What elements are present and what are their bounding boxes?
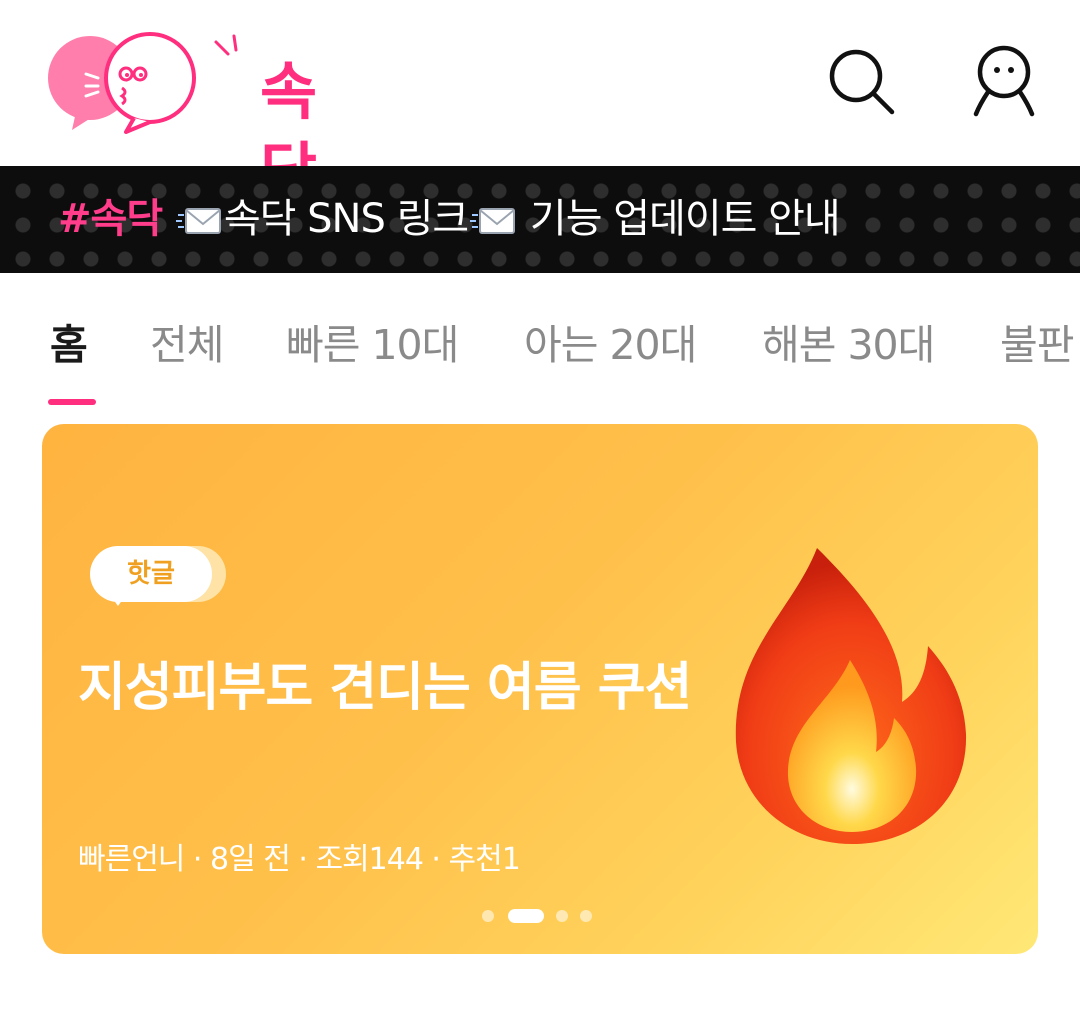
notice-text: #속닥 속닥 SNS 링크 기능 업데이트 안내 bbox=[58, 190, 841, 248]
pagination-dot[interactable] bbox=[556, 910, 568, 922]
notice-banner[interactable]: #속닥 속닥 SNS 링크 기능 업데이트 안내 bbox=[0, 166, 1080, 273]
post-meta: 빠른언니 · 8일 전 · 조회144 · 추천1 bbox=[78, 842, 521, 877]
notice-title-part2: 기능 업데이트 안내 bbox=[518, 196, 841, 242]
active-tab-indicator bbox=[48, 399, 96, 405]
tab-home[interactable]: 홈 bbox=[50, 317, 88, 373]
post-title: 지성피부도 견디는 여름 쿠션 bbox=[78, 658, 692, 718]
category-tabs: 홈 전체 빠른 10대 아는 20대 해본 30대 불판 bbox=[0, 273, 1080, 409]
tab-10s[interactable]: 빠른 10대 bbox=[286, 317, 459, 373]
search-icon bbox=[829, 49, 895, 115]
pagination-dot[interactable] bbox=[482, 910, 494, 922]
envelope-icon bbox=[470, 208, 516, 234]
badge-tail bbox=[108, 592, 128, 606]
pagination-dot-active[interactable] bbox=[508, 909, 544, 923]
app-header: 속닥 bbox=[0, 0, 1080, 208]
notice-hashtag: #속닥 bbox=[58, 196, 163, 242]
fire-icon bbox=[735, 548, 967, 844]
notice-title-part1: 속닥 SNS 링크 bbox=[223, 196, 469, 242]
featured-post-card[interactable]: 핫글 지성피부도 견디는 여름 쿠션 빠른언니 · 8일 전 · 조회144 ·… bbox=[42, 424, 1038, 954]
app-logo[interactable]: 속닥 bbox=[46, 30, 346, 208]
carousel-pagination bbox=[480, 908, 620, 924]
tab-30s[interactable]: 해본 30대 bbox=[762, 317, 935, 373]
search-button[interactable] bbox=[826, 42, 898, 122]
pagination-dot[interactable] bbox=[580, 910, 592, 922]
envelope-icon bbox=[175, 208, 221, 234]
tab-all[interactable]: 전체 bbox=[150, 317, 224, 373]
tab-hot[interactable]: 불판 bbox=[1000, 317, 1074, 373]
tab-20s[interactable]: 아는 20대 bbox=[524, 317, 697, 373]
profile-icon bbox=[973, 45, 1035, 117]
profile-button[interactable] bbox=[968, 42, 1040, 122]
